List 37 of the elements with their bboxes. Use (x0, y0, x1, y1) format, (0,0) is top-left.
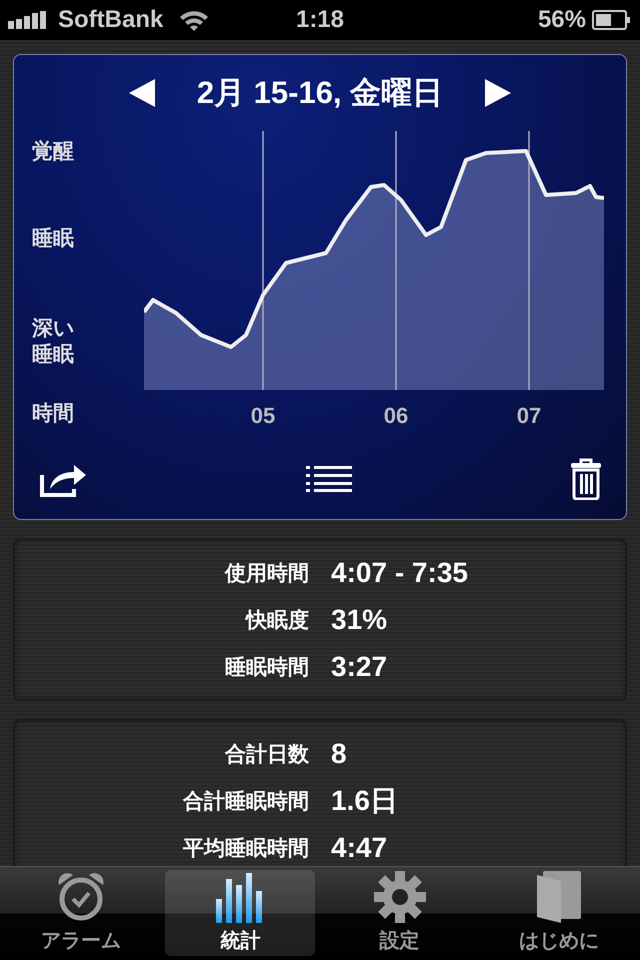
axis-title: 時間 (32, 401, 75, 427)
previous-arrow-icon[interactable] (129, 79, 155, 107)
stat-value: 4:47 (331, 832, 388, 864)
hour-label: 07 (516, 403, 542, 429)
stat-value: 1.6日 (331, 784, 398, 818)
sleep-level-label: 覚醒 (32, 139, 75, 165)
stat-label: 合計睡眠時間 (182, 788, 309, 814)
next-arrow-icon[interactable] (485, 79, 511, 107)
stat-label: 睡眠時間 (224, 654, 309, 680)
stat-value: 3:27 (331, 650, 388, 682)
sleep-level-label: 深い睡眠 (32, 316, 76, 368)
trash-icon[interactable] (570, 458, 602, 500)
battery-icon (592, 10, 632, 30)
wifi-icon (179, 9, 210, 31)
stat-value: 31% (331, 604, 388, 636)
battery-percent: 56% (538, 6, 586, 34)
stat-label: 平均睡眠時間 (182, 836, 309, 862)
clock-time: 1:18 (296, 6, 344, 34)
carrier-name: SoftBank (58, 6, 164, 34)
date-title: 2月 15-16, 金曜日 (196, 74, 444, 112)
stat-value: 4:07 - 7:35 (331, 556, 468, 588)
stat-label: 快眠度 (244, 608, 309, 634)
tab-button[interactable]: アラーム (6, 870, 156, 956)
stat-label: 合計日数 (224, 742, 309, 768)
book-icon (536, 871, 581, 923)
tab-button[interactable]: 統計 (165, 870, 316, 956)
stat-label: 使用時間 (224, 560, 309, 586)
tab-button[interactable]: 設定 (324, 870, 475, 956)
settings-icon (374, 871, 426, 923)
tab-button[interactable]: はじめに (484, 870, 634, 956)
stat-value: 8 (331, 738, 347, 770)
list-icon[interactable] (306, 466, 352, 492)
hour-label: 06 (384, 403, 408, 429)
bar-chart-icon (216, 873, 264, 923)
sleep-level-label: 睡眠 (32, 226, 75, 252)
hour-label: 05 (250, 403, 276, 429)
alarm-clock-icon (56, 871, 106, 923)
